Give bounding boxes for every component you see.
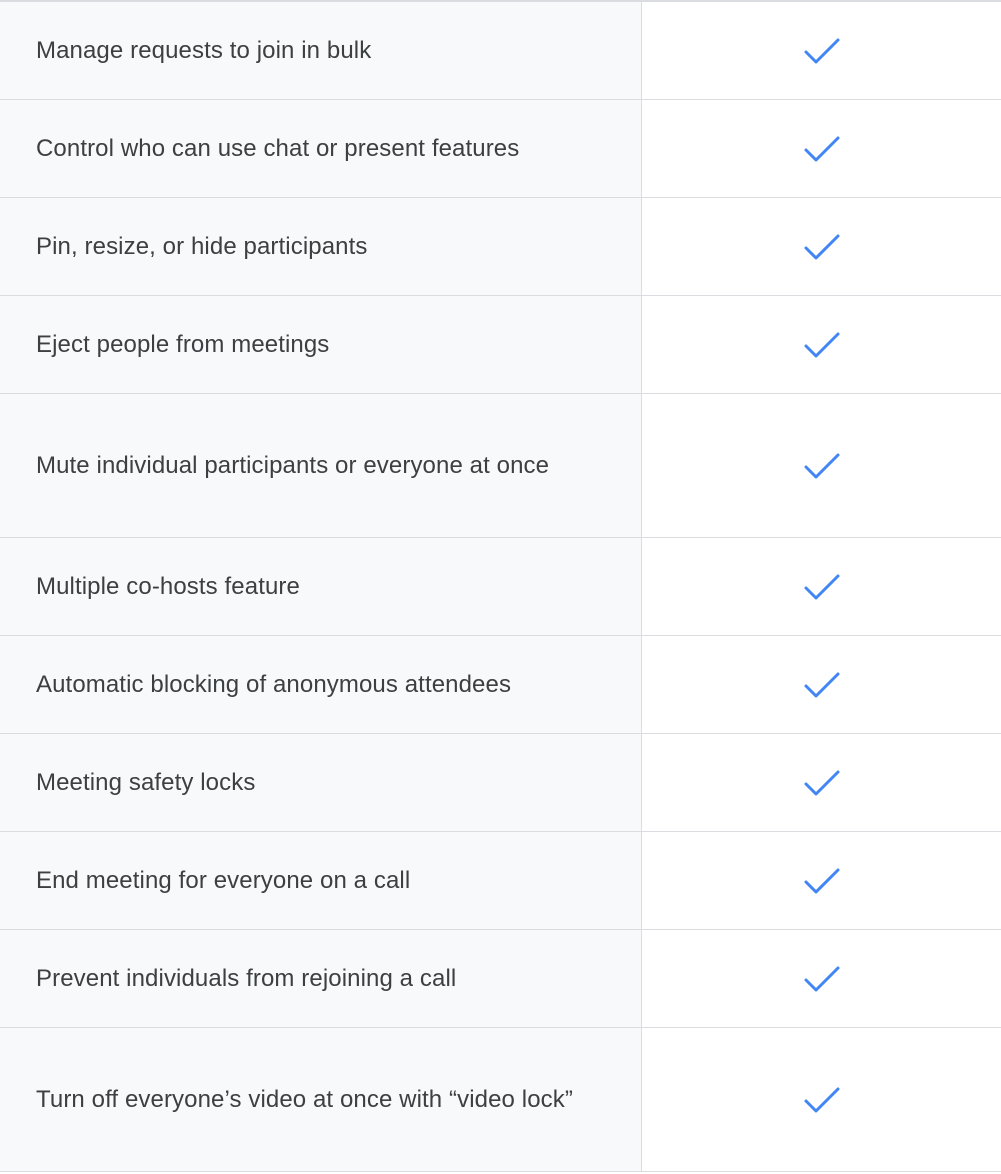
feature-label: Turn off everyone’s video at once with “… — [36, 1085, 573, 1113]
availability-cell — [642, 636, 1001, 733]
availability-cell — [642, 832, 1001, 929]
check-icon — [804, 38, 839, 63]
table-row: Multiple co-hosts feature — [0, 538, 1001, 636]
feature-label: Prevent individuals from rejoining a cal… — [36, 964, 457, 992]
feature-label: End meeting for everyone on a call — [36, 866, 411, 894]
check-icon — [804, 770, 839, 795]
feature-cell: Mute individual participants or everyone… — [0, 394, 642, 537]
table-row: Mute individual participants or everyone… — [0, 394, 1001, 538]
feature-cell: Turn off everyone’s video at once with “… — [0, 1028, 642, 1171]
feature-cell: Eject people from meetings — [0, 296, 642, 393]
availability-cell — [642, 1028, 1001, 1171]
table-row: Automatic blocking of anonymous attendee… — [0, 636, 1001, 734]
table-row: End meeting for everyone on a call — [0, 832, 1001, 930]
check-icon — [804, 672, 839, 697]
table-row: Eject people from meetings — [0, 296, 1001, 394]
check-icon — [804, 868, 839, 893]
feature-cell: Multiple co-hosts feature — [0, 538, 642, 635]
table-row: Control who can use chat or present feat… — [0, 100, 1001, 198]
feature-cell: Control who can use chat or present feat… — [0, 100, 642, 197]
table-row: Manage requests to join in bulk — [0, 2, 1001, 100]
availability-cell — [642, 2, 1001, 99]
feature-label: Manage requests to join in bulk — [36, 36, 372, 64]
feature-label: Automatic blocking of anonymous attendee… — [36, 670, 512, 698]
feature-label: Mute individual participants or everyone… — [36, 451, 550, 479]
availability-cell — [642, 734, 1001, 831]
check-icon — [804, 332, 839, 357]
availability-cell — [642, 100, 1001, 197]
availability-cell — [642, 930, 1001, 1027]
feature-label: Pin, resize, or hide participants — [36, 232, 368, 260]
availability-cell — [642, 394, 1001, 537]
availability-cell — [642, 198, 1001, 295]
table-row: Prevent individuals from rejoining a cal… — [0, 930, 1001, 1028]
feature-comparison-table: Manage requests to join in bulk Control … — [0, 0, 1001, 1174]
feature-cell: Pin, resize, or hide participants — [0, 198, 642, 295]
check-icon — [804, 234, 839, 259]
table-row: Turn off everyone’s video at once with “… — [0, 1028, 1001, 1172]
feature-cell: Manage requests to join in bulk — [0, 2, 642, 99]
feature-cell: End meeting for everyone on a call — [0, 832, 642, 929]
feature-label: Multiple co-hosts feature — [36, 572, 300, 600]
check-icon — [804, 136, 839, 161]
check-icon — [804, 966, 839, 991]
check-icon — [804, 1087, 839, 1112]
check-icon — [804, 453, 839, 478]
feature-cell: Prevent individuals from rejoining a cal… — [0, 930, 642, 1027]
feature-label: Meeting safety locks — [36, 768, 256, 796]
availability-cell — [642, 538, 1001, 635]
feature-cell: Automatic blocking of anonymous attendee… — [0, 636, 642, 733]
feature-label: Eject people from meetings — [36, 330, 330, 358]
feature-label: Control who can use chat or present feat… — [36, 134, 520, 162]
check-icon — [804, 574, 839, 599]
table-row: Pin, resize, or hide participants — [0, 198, 1001, 296]
feature-cell: Meeting safety locks — [0, 734, 642, 831]
availability-cell — [642, 296, 1001, 393]
table-row: Meeting safety locks — [0, 734, 1001, 832]
